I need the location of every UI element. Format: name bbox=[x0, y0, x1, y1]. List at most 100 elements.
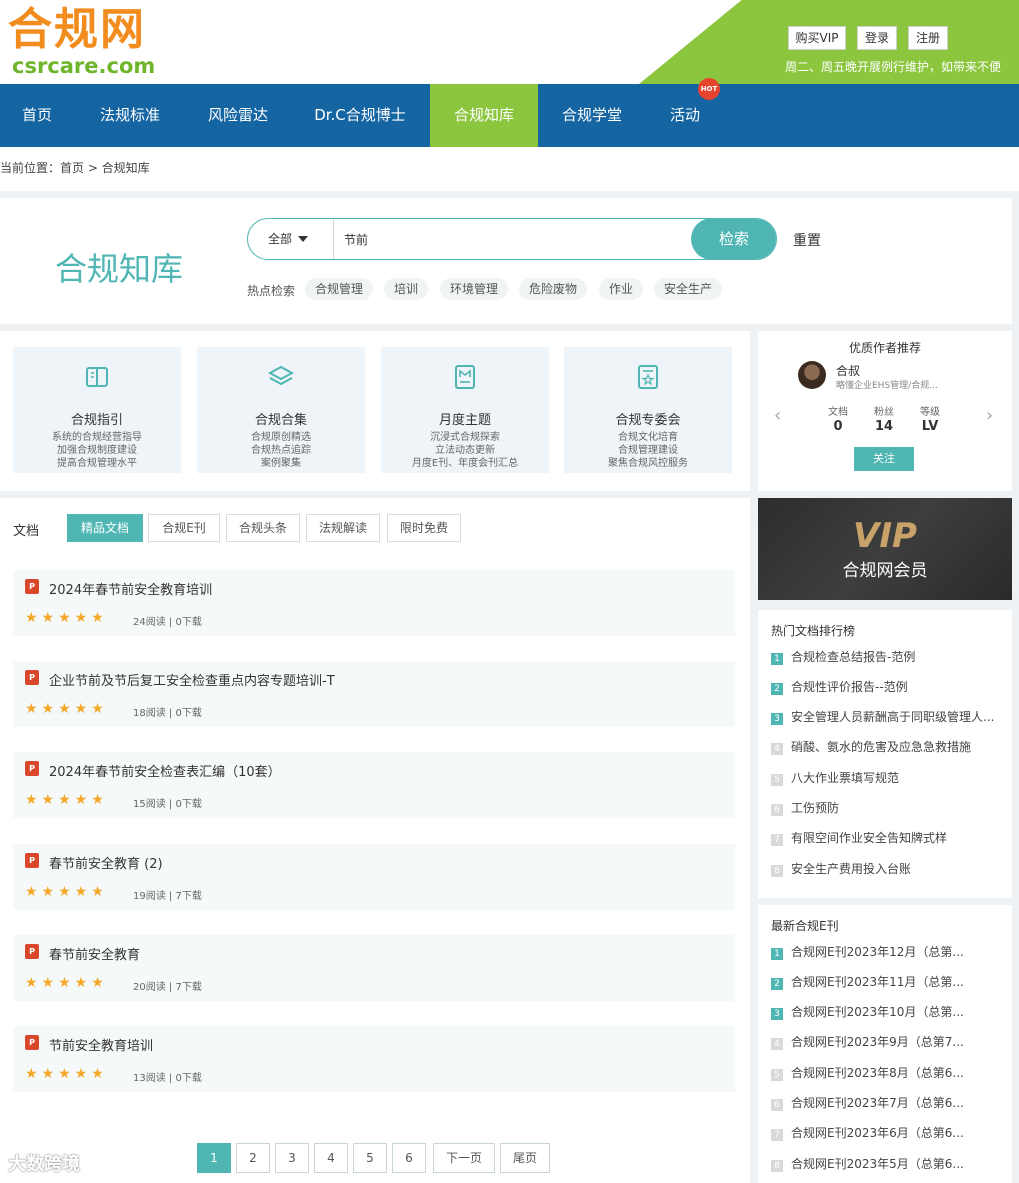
watermark: 大数跨境 bbox=[8, 1154, 80, 1175]
rank-title[interactable]: 合规网E刊2023年7月（总第6... bbox=[791, 1094, 1001, 1111]
nav-item-knowledge[interactable]: 合规知库 bbox=[430, 84, 538, 147]
chevron-right-icon[interactable]: › bbox=[986, 405, 993, 426]
rank-number: 5 bbox=[771, 1069, 783, 1081]
category-card-monthly[interactable]: 月度主题 沉浸式合规探索 立法动态更新 月度E刊、年度会刊汇总 bbox=[381, 347, 549, 473]
page-1-button[interactable]: 1 bbox=[197, 1143, 231, 1173]
vip-banner[interactable]: VIP 合规网会员 bbox=[758, 498, 1012, 600]
reset-button[interactable]: 重置 bbox=[793, 230, 821, 250]
rank-number: 3 bbox=[771, 1008, 783, 1020]
stat-value: 14 bbox=[874, 419, 894, 434]
rank-number: 2 bbox=[771, 978, 783, 990]
list-item[interactable]: P 2024年春节前安全教育培训 ★★★★★ 24阅读 | 0下载 bbox=[13, 570, 735, 636]
hot-search-label: 热点检索 bbox=[247, 284, 296, 298]
doc-title[interactable]: 2024年春节前安全检查表汇编（10套） bbox=[49, 761, 281, 780]
list-item[interactable]: P 2024年春节前安全检查表汇编（10套） ★★★★★ 15阅读 | 0下载 bbox=[13, 752, 735, 818]
rank-title[interactable]: 合规网E刊2023年6月（总第6... bbox=[791, 1124, 1001, 1141]
rank-title[interactable]: 合规性评价报告--范例 bbox=[791, 678, 1001, 695]
ppt-file-icon: P bbox=[25, 1035, 39, 1050]
page-6-button[interactable]: 6 bbox=[392, 1143, 426, 1173]
stat-value: 0 bbox=[833, 419, 843, 434]
category-card-committee[interactable]: 合规专委会 合规文化培育 合规管理建设 聚焦合规风控服务 bbox=[564, 347, 732, 473]
rank-number: 6 bbox=[771, 804, 783, 816]
rank-title[interactable]: 合规网E刊2023年9月（总第7... bbox=[791, 1033, 1001, 1050]
nav-item-risk-radar[interactable]: 风险雷达 bbox=[190, 84, 286, 147]
search-input[interactable] bbox=[344, 219, 684, 259]
category-card-collection[interactable]: 合规合集 合规原创精选 合规热点追踪 案例聚集 bbox=[197, 347, 365, 473]
page-2-button[interactable]: 2 bbox=[236, 1143, 270, 1173]
page-4-button[interactable]: 4 bbox=[314, 1143, 348, 1173]
rank-number: 7 bbox=[771, 834, 783, 846]
category-panel: 合规指引 系统的合规经营指导 加强合规制度建设 提高合规管理水平 合规合集 合规… bbox=[0, 331, 750, 491]
tab-free[interactable]: 限时免费 bbox=[387, 514, 461, 542]
vip-logo: VIP bbox=[853, 516, 917, 556]
doc-title[interactable]: 2024年春节前安全教育培训 bbox=[49, 579, 212, 598]
rank-title[interactable]: 合规检查总结报告-范例 bbox=[791, 648, 1001, 665]
doc-title[interactable]: 春节前安全教育 (2) bbox=[49, 853, 163, 872]
tab-featured[interactable]: 精品文档 bbox=[67, 514, 143, 542]
hot-tag[interactable]: 危险废物 bbox=[519, 278, 588, 300]
rank-title[interactable]: 合规网E刊2023年10月（总第... bbox=[791, 1003, 1001, 1020]
rating-stars: ★★★★★ bbox=[25, 610, 108, 626]
follow-button[interactable]: 关注 bbox=[854, 447, 914, 471]
chevron-left-icon[interactable]: ‹ bbox=[774, 405, 781, 426]
rank-title[interactable]: 安全生产费用投入台账 bbox=[791, 860, 1001, 877]
category-desc-line: 案例聚集 bbox=[261, 458, 301, 469]
page-5-button[interactable]: 5 bbox=[353, 1143, 387, 1173]
list-item[interactable]: P 春节前安全教育 ★★★★★ 20阅读 | 7下载 bbox=[13, 935, 735, 1001]
tab-eperiodical[interactable]: 合规E刊 bbox=[148, 514, 220, 542]
rating-stars: ★★★★★ bbox=[25, 884, 108, 900]
ppt-file-icon: P bbox=[25, 944, 39, 959]
page-title: 合规知库 bbox=[55, 250, 184, 288]
doc-meta: 20阅读 | 7下载 bbox=[133, 982, 202, 993]
page-3-button[interactable]: 3 bbox=[275, 1143, 309, 1173]
rank-number: 3 bbox=[771, 713, 783, 725]
rank-title[interactable]: 硝酸、氨水的危害及应急急救措施 bbox=[791, 738, 1001, 755]
hot-tag[interactable]: 培训 bbox=[384, 278, 429, 300]
next-page-button[interactable]: 下一页 bbox=[433, 1143, 495, 1173]
buy-vip-button[interactable]: 购买VIP bbox=[788, 26, 846, 50]
rank-number: 8 bbox=[771, 865, 783, 877]
rank-title[interactable]: 合规网E刊2023年5月（总第6... bbox=[791, 1155, 1001, 1172]
rank-title[interactable]: 合规网E刊2023年11月（总第... bbox=[791, 973, 1001, 990]
list-item[interactable]: P 春节前安全教育 (2) ★★★★★ 19阅读 | 7下载 bbox=[13, 844, 735, 910]
author-name[interactable]: 合叔 bbox=[836, 362, 860, 379]
last-page-button[interactable]: 尾页 bbox=[500, 1143, 550, 1173]
doc-meta: 24阅读 | 0下载 bbox=[133, 617, 202, 628]
avatar[interactable] bbox=[798, 361, 826, 389]
tab-headlines[interactable]: 合规头条 bbox=[226, 514, 300, 542]
logo[interactable]: 合规网 bbox=[8, 4, 146, 56]
rank-title[interactable]: 有限空间作业安全告知牌式样 bbox=[791, 829, 1001, 846]
nav-item-regulations[interactable]: 法规标准 bbox=[82, 84, 178, 147]
doc-meta: 15阅读 | 0下载 bbox=[133, 799, 202, 810]
tab-interpretation[interactable]: 法规解读 bbox=[306, 514, 380, 542]
category-card-guide[interactable]: 合规指引 系统的合规经营指导 加强合规制度建设 提高合规管理水平 bbox=[13, 347, 181, 473]
hot-tag[interactable]: 合规管理 bbox=[305, 278, 374, 300]
hot-tag[interactable]: 作业 bbox=[599, 278, 644, 300]
doc-title[interactable]: 企业节前及节后复工安全检查重点内容专题培训-T bbox=[49, 670, 335, 689]
rank-title[interactable]: 合规网E刊2023年8月（总第6... bbox=[791, 1064, 1001, 1081]
register-button[interactable]: 注册 bbox=[908, 26, 948, 50]
nav-item-drc[interactable]: Dr.C合规博士 bbox=[300, 84, 420, 147]
author-desc: 略懂企业EHS管理/合规... bbox=[836, 381, 938, 391]
search-button[interactable]: 检索 bbox=[691, 219, 776, 259]
rank-number: 2 bbox=[771, 683, 783, 695]
main-nav: 首页 法规标准 风险雷达 Dr.C合规博士 合规知库 合规学堂 活动 bbox=[0, 84, 1019, 147]
doc-meta: 13阅读 | 0下载 bbox=[133, 1073, 202, 1084]
rank-title[interactable]: 安全管理人员薪酬高于同职级管理人... bbox=[791, 708, 1001, 725]
rank-title[interactable]: 合规网E刊2023年12月（总第... bbox=[791, 943, 1001, 960]
nav-item-home[interactable]: 首页 bbox=[0, 84, 74, 147]
list-item[interactable]: P 节前安全教育培训 ★★★★★ 13阅读 | 0下载 bbox=[13, 1026, 735, 1092]
rank-title[interactable]: 八大作业票填写规范 bbox=[791, 769, 1001, 786]
category-desc: 合规文化培育 合规管理建设 聚焦合规风控服务 bbox=[564, 431, 732, 470]
search-category-select[interactable]: 全部 bbox=[248, 219, 334, 259]
list-item[interactable]: P 企业节前及节后复工安全检查重点内容专题培训-T ★★★★★ 18阅读 | 0… bbox=[13, 661, 735, 727]
hot-ranking-heading: 热门文档排行榜 bbox=[771, 624, 856, 638]
hot-tag[interactable]: 安全生产 bbox=[654, 278, 723, 300]
doc-title[interactable]: 节前安全教育培训 bbox=[49, 1035, 153, 1054]
doc-title[interactable]: 春节前安全教育 bbox=[49, 944, 140, 963]
rank-title[interactable]: 工伤预防 bbox=[791, 799, 1001, 816]
login-button[interactable]: 登录 bbox=[857, 26, 897, 50]
hot-tag[interactable]: 环境管理 bbox=[440, 278, 509, 300]
category-title: 月度主题 bbox=[438, 413, 491, 428]
nav-item-academy[interactable]: 合规学堂 bbox=[546, 84, 638, 147]
